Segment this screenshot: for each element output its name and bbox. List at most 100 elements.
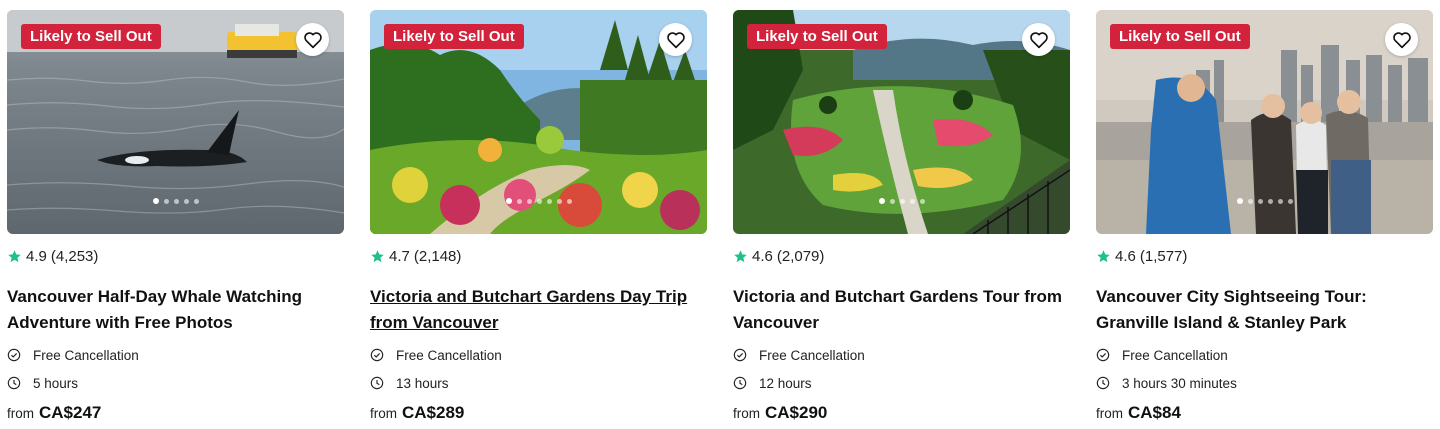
image-carousel-dots[interactable] — [370, 198, 707, 204]
price-prefix: from — [1096, 406, 1123, 421]
rating: 4.9 (4,253) — [7, 247, 344, 265]
duration: 3 hours 30 minutes — [1096, 373, 1433, 393]
wishlist-button[interactable] — [296, 23, 329, 56]
duration: 12 hours — [733, 373, 1070, 393]
carousel-dot[interactable] — [899, 198, 905, 204]
duration-label: 12 hours — [759, 375, 812, 391]
price-amount: CA$247 — [39, 403, 102, 422]
carousel-dot[interactable] — [1236, 198, 1243, 204]
clock-icon — [370, 376, 384, 390]
check-circle-icon — [7, 348, 21, 362]
carousel-dot[interactable] — [556, 198, 562, 204]
check-circle-icon — [733, 348, 747, 362]
carousel-dot[interactable] — [173, 198, 179, 204]
rating-score: 4.6 — [752, 247, 773, 265]
product-card[interactable]: Likely to Sell Out 4.9 (4,253) Vancouver… — [7, 10, 344, 423]
heart-icon — [1029, 31, 1048, 48]
star-icon — [734, 249, 747, 262]
carousel-dot[interactable] — [566, 198, 572, 204]
cancellation-label: Free Cancellation — [396, 347, 502, 363]
free-cancellation: Free Cancellation — [1096, 345, 1433, 365]
product-title[interactable]: Vancouver Half-Day Whale Watching Advent… — [7, 284, 344, 336]
price-amount: CA$84 — [1128, 403, 1181, 422]
heart-icon — [1392, 31, 1411, 48]
heart-icon — [666, 31, 685, 48]
carousel-dot[interactable] — [889, 198, 895, 204]
carousel-dot[interactable] — [1277, 198, 1283, 204]
price: from CA$290 — [733, 403, 1070, 423]
price-amount: CA$290 — [765, 403, 828, 422]
price: from CA$84 — [1096, 403, 1433, 423]
rating-score: 4.7 — [389, 247, 410, 265]
review-count: (4,253) — [50, 247, 99, 265]
product-image[interactable]: Likely to Sell Out — [7, 10, 344, 234]
star-icon — [8, 249, 21, 262]
carousel-dot[interactable] — [163, 198, 169, 204]
rating: 4.6 (1,577) — [1096, 247, 1433, 265]
free-cancellation: Free Cancellation — [733, 345, 1070, 365]
price-amount: CA$289 — [402, 403, 465, 422]
clock-icon — [7, 376, 21, 390]
product-card[interactable]: Likely to Sell Out 4.7 (2,148) Victoria … — [370, 10, 707, 423]
duration: 13 hours — [370, 373, 707, 393]
carousel-dot[interactable] — [152, 198, 159, 204]
price-prefix: from — [733, 406, 760, 421]
duration-label: 5 hours — [33, 375, 79, 391]
star-icon — [1097, 249, 1110, 262]
carousel-dot[interactable] — [878, 198, 885, 204]
clock-icon — [1096, 376, 1110, 390]
price: from CA$247 — [7, 403, 344, 423]
product-title[interactable]: Vancouver City Sightseeing Tour: Granvil… — [1096, 284, 1433, 336]
cancellation-label: Free Cancellation — [1122, 347, 1228, 363]
carousel-dot[interactable] — [183, 198, 189, 204]
product-card[interactable]: Likely to Sell Out 4.6 (2,079) Victoria … — [733, 10, 1070, 423]
price-prefix: from — [370, 406, 397, 421]
product-image[interactable]: Likely to Sell Out — [1096, 10, 1433, 234]
carousel-dot[interactable] — [909, 198, 915, 204]
rating: 4.6 (2,079) — [733, 247, 1070, 265]
wishlist-button[interactable] — [1385, 23, 1418, 56]
likely-to-sell-out-badge: Likely to Sell Out — [1110, 24, 1250, 49]
carousel-dot[interactable] — [1287, 198, 1293, 204]
check-circle-icon — [1096, 348, 1110, 362]
duration-label: 3 hours 30 minutes — [1122, 375, 1237, 391]
clock-icon — [733, 376, 747, 390]
star-icon — [371, 249, 384, 262]
product-image[interactable]: Likely to Sell Out — [733, 10, 1070, 234]
carousel-dot[interactable] — [1267, 198, 1273, 204]
product-image[interactable]: Likely to Sell Out — [370, 10, 707, 234]
product-title[interactable]: Victoria and Butchart Gardens Tour from … — [733, 284, 1070, 336]
review-count: (2,148) — [413, 247, 462, 265]
image-carousel-dots[interactable] — [733, 198, 1070, 204]
product-card-row: Likely to Sell Out 4.9 (4,253) Vancouver… — [0, 0, 1440, 429]
rating-score: 4.9 — [26, 247, 47, 265]
product-title[interactable]: Victoria and Butchart Gardens Day Trip f… — [370, 284, 707, 336]
free-cancellation: Free Cancellation — [370, 345, 707, 365]
heart-icon — [303, 31, 322, 48]
carousel-dot[interactable] — [1247, 198, 1253, 204]
carousel-dot[interactable] — [536, 198, 542, 204]
price: from CA$289 — [370, 403, 707, 423]
rating: 4.7 (2,148) — [370, 247, 707, 265]
carousel-dot[interactable] — [526, 198, 532, 204]
wishlist-button[interactable] — [1022, 23, 1055, 56]
likely-to-sell-out-badge: Likely to Sell Out — [747, 24, 887, 49]
carousel-dot[interactable] — [546, 198, 552, 204]
image-carousel-dots[interactable] — [1096, 198, 1433, 204]
product-card[interactable]: Likely to Sell Out 4.6 (1,577) Vancouver… — [1096, 10, 1433, 423]
duration: 5 hours — [7, 373, 344, 393]
rating-score: 4.6 — [1115, 247, 1136, 265]
check-circle-icon — [370, 348, 384, 362]
duration-label: 13 hours — [396, 375, 449, 391]
cancellation-label: Free Cancellation — [759, 347, 865, 363]
carousel-dot[interactable] — [193, 198, 199, 204]
carousel-dot[interactable] — [516, 198, 522, 204]
carousel-dot[interactable] — [919, 198, 925, 204]
cancellation-label: Free Cancellation — [33, 347, 139, 363]
free-cancellation: Free Cancellation — [7, 345, 344, 365]
carousel-dot[interactable] — [1257, 198, 1263, 204]
image-carousel-dots[interactable] — [7, 198, 344, 204]
review-count: (1,577) — [1139, 247, 1188, 265]
wishlist-button[interactable] — [659, 23, 692, 56]
carousel-dot[interactable] — [505, 198, 512, 204]
